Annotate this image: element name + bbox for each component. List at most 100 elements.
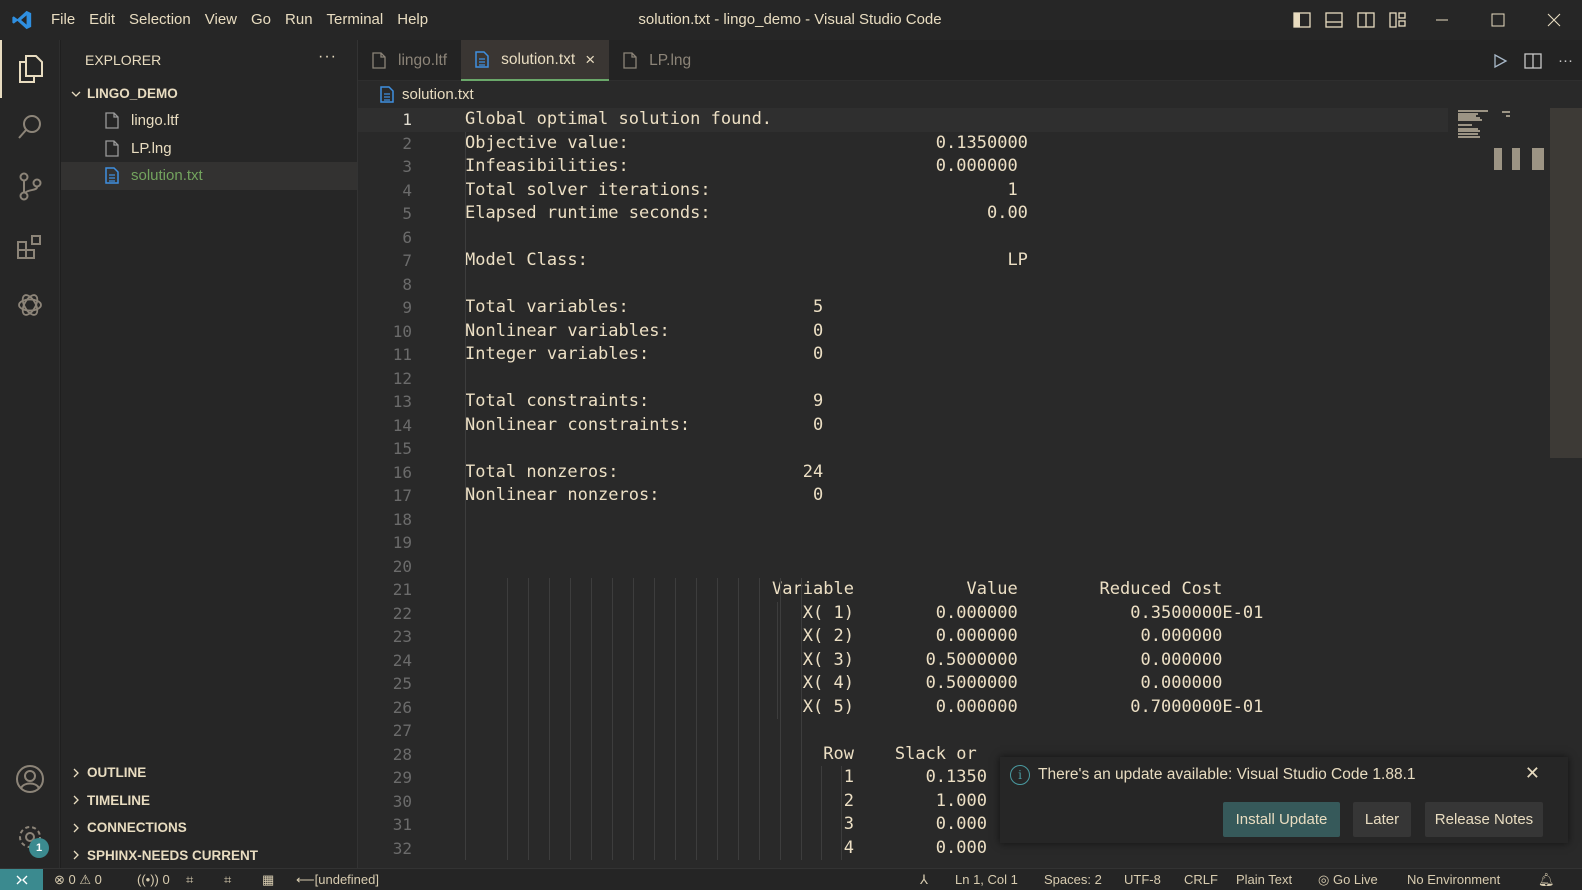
ports-status[interactable]: ((•)) 0 [137,872,170,887]
code-line[interactable]: 10 Nonlinear variables: 0 [358,320,1448,344]
customize-layout-icon[interactable] [1382,0,1414,40]
close-tab-icon[interactable]: × [585,50,595,70]
toggle-primary-sidebar-icon[interactable] [1286,0,1318,40]
environment-status[interactable]: No Environment [1407,872,1500,887]
extension-status-icon-3[interactable]: ▦ [262,872,274,888]
code-line[interactable]: 14 Nonlinear constraints: 0 [358,414,1448,438]
run-icon[interactable] [1483,53,1516,69]
person-icon[interactable]: ⅄ [920,872,928,888]
section-sphinx-needs-current[interactable]: SPHINX-NEEDS CURRENT [61,842,358,870]
vertical-scrollbar[interactable] [1550,108,1582,458]
code-line[interactable]: 25 X( 4) 0.5000000 0.000000 [358,672,1448,696]
window-controls [1286,0,1582,40]
code-line[interactable]: 15 [358,437,1448,461]
menu-edit[interactable]: Edit [82,0,122,40]
code-line[interactable]: 16 Total nonzeros: 24 [358,461,1448,485]
folder-label: LINGO_DEMO [87,86,178,101]
code-line[interactable]: 13 Total constraints: 9 [358,390,1448,414]
code-line[interactable]: 19 [358,531,1448,555]
later-button[interactable]: Later [1353,802,1411,837]
toggle-secondary-sidebar-icon[interactable] [1350,0,1382,40]
section-timeline[interactable]: TIMELINE [61,787,358,815]
code-line[interactable]: 5 Elapsed runtime seconds: 0.00 [358,202,1448,226]
code-editor[interactable]: 1 Global optimal solution found. 2 Objectiv… [358,108,1582,868]
file-icon [623,52,641,69]
code-line[interactable]: 20 [358,555,1448,579]
eol-status[interactable]: CRLF [1184,872,1218,887]
code-line[interactable]: 17 Nonlinear nonzeros: 0 [358,484,1448,508]
chatgpt-icon[interactable] [0,276,60,334]
code-line[interactable]: 3 Infeasibilities: 0.000000 [358,155,1448,179]
notification-message: There's an update available: Visual Stud… [1038,766,1416,783]
indent-guide [591,578,592,860]
extension-status-icon-2[interactable]: ⌗ [224,872,231,888]
code-line[interactable]: 22 X( 1) 0.000000 0.3500000E-01 [358,602,1448,626]
menu-view[interactable]: View [198,0,244,40]
line-text: 4 0.000 [465,837,987,858]
section-connections[interactable]: CONNECTIONS [61,814,358,842]
notifications-bell-icon[interactable]: 🔔︎ [1538,872,1555,888]
file-item-lingo-ltf[interactable]: lingo.ltf [61,107,357,135]
code-line[interactable]: 4 Total solver iterations: 1 [358,179,1448,203]
menu-selection[interactable]: Selection [122,0,198,40]
code-line[interactable]: 9 Total variables: 5 [358,296,1448,320]
indentation-status[interactable]: Spaces: 2 [1044,872,1102,887]
menu-file[interactable]: File [44,0,82,40]
line-number: 25 [392,674,412,693]
close-window-button[interactable] [1526,0,1582,40]
toggle-panel-icon[interactable] [1318,0,1350,40]
code-line[interactable]: 12 [358,367,1448,391]
vscode-logo-icon [0,0,44,40]
branch-status[interactable]: ⟵[undefined] [296,872,379,888]
language-mode[interactable]: Plain Text [1236,872,1292,887]
split-editor-icon[interactable] [1516,52,1549,69]
line-number: 20 [392,556,412,576]
settings-gear-icon[interactable] [0,808,60,866]
more-actions-icon[interactable]: ··· [318,48,337,66]
menu-help[interactable]: Help [390,0,435,40]
code-line[interactable]: 2 Objective value: 0.1350000 [358,132,1448,156]
code-line[interactable]: 1 Global optimal solution found. [358,108,1448,132]
release-notes-button[interactable]: Release Notes [1425,802,1543,837]
file-item-solution-txt[interactable]: solution.txt [61,162,357,190]
encoding-status[interactable]: UTF-8 [1124,872,1161,887]
account-icon[interactable] [0,750,60,808]
code-line[interactable]: 8 [358,273,1448,297]
file-item-lp-lng[interactable]: LP.lng [61,135,357,163]
folder-lingo-demo[interactable]: LINGO_DEMO [61,80,357,107]
code-line[interactable]: 27 [358,719,1448,743]
close-notification-icon[interactable]: ✕ [1525,763,1540,784]
search-icon[interactable] [0,98,60,156]
problems-status[interactable]: ⊗ 0 ⚠ 0 [54,872,102,888]
section-outline[interactable]: OUTLINE [61,759,358,787]
code-line[interactable]: 23 X( 2) 0.000000 0.000000 [358,625,1448,649]
maximize-button[interactable] [1470,0,1526,40]
minimize-button[interactable] [1414,0,1470,40]
install-update-button[interactable]: Install Update [1223,802,1340,837]
explorer-icon[interactable] [0,40,60,98]
code-line[interactable]: 11 Integer variables: 0 [358,343,1448,367]
remote-indicator-icon[interactable] [0,869,43,890]
go-live-status[interactable]: ◎ Go Live [1318,872,1378,888]
extensions-icon[interactable] [0,218,60,276]
tab-solution-txt[interactable]: solution.txt × [461,40,610,81]
code-line[interactable]: 21 Variable Value Reduced Cost [358,578,1448,602]
menu-run[interactable]: Run [278,0,320,40]
tab-lingo-ltf[interactable]: lingo.ltf [358,40,461,81]
menu-terminal[interactable]: Terminal [320,0,391,40]
activity-bar: 1 [0,40,60,868]
code-line[interactable]: 24 X( 3) 0.5000000 0.000000 [358,649,1448,673]
menu-go[interactable]: Go [244,0,278,40]
more-actions-icon[interactable]: ··· [1549,52,1582,69]
line-number: 2 [402,133,412,153]
cursor-position[interactable]: Ln 1, Col 1 [955,872,1018,887]
source-control-icon[interactable] [0,157,60,215]
breadcrumb-file[interactable]: solution.txt [402,86,474,103]
code-line[interactable]: 7 Model Class: LP [358,249,1448,273]
tab-lp-lng[interactable]: LP.lng [609,40,705,81]
minimap[interactable] [1454,108,1550,868]
code-line[interactable]: 6 [358,226,1448,250]
extension-status-icon-1[interactable]: ⌗ [186,872,193,888]
code-line[interactable]: 18 [358,508,1448,532]
code-line[interactable]: 26 X( 5) 0.000000 0.7000000E-01 [358,696,1448,720]
